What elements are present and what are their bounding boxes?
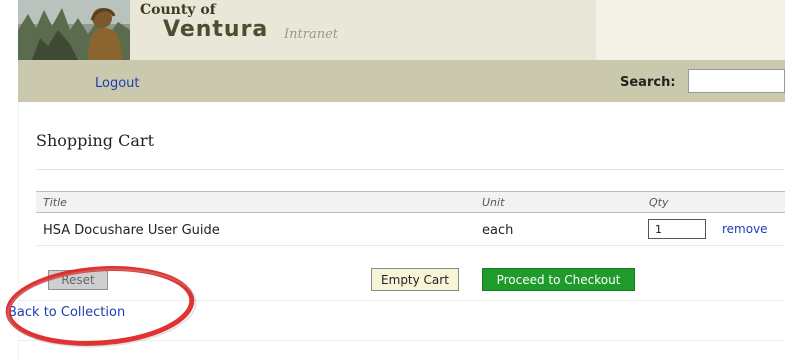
cart-item-title: HSA Docushare User Guide <box>43 223 220 238</box>
page: County of Ventura Intranet Logout Search… <box>0 0 785 360</box>
cart-item-qty-input[interactable] <box>648 219 706 239</box>
cart-table-header <box>36 191 785 213</box>
logout-link[interactable]: Logout <box>95 76 140 91</box>
remove-item-link[interactable]: remove <box>722 222 768 236</box>
row-divider <box>36 245 785 246</box>
header-banner-right <box>596 0 785 60</box>
empty-cart-button[interactable]: Empty Cart <box>371 268 459 291</box>
column-header-title: Title <box>43 196 67 209</box>
title-divider <box>36 169 785 170</box>
back-to-collection-link[interactable]: Back to Collection <box>8 305 125 320</box>
left-border <box>18 100 19 360</box>
page-title: Shopping Cart <box>36 131 154 150</box>
search-label: Search: <box>620 75 676 90</box>
site-name-text: Intranet <box>284 27 338 42</box>
reset-button[interactable]: Reset <box>48 270 108 290</box>
search-input[interactable] <box>688 69 785 93</box>
cart-item-unit: each <box>482 223 514 238</box>
proceed-to-checkout-button[interactable]: Proceed to Checkout <box>482 268 635 291</box>
section-divider <box>18 300 785 301</box>
county-of-text: County of <box>140 2 216 18</box>
column-header-unit: Unit <box>482 196 505 209</box>
county-logo-photo <box>18 0 130 60</box>
column-header-qty: Qty <box>649 196 669 209</box>
county-name-text: Ventura <box>163 17 269 42</box>
footer-divider <box>18 340 785 341</box>
